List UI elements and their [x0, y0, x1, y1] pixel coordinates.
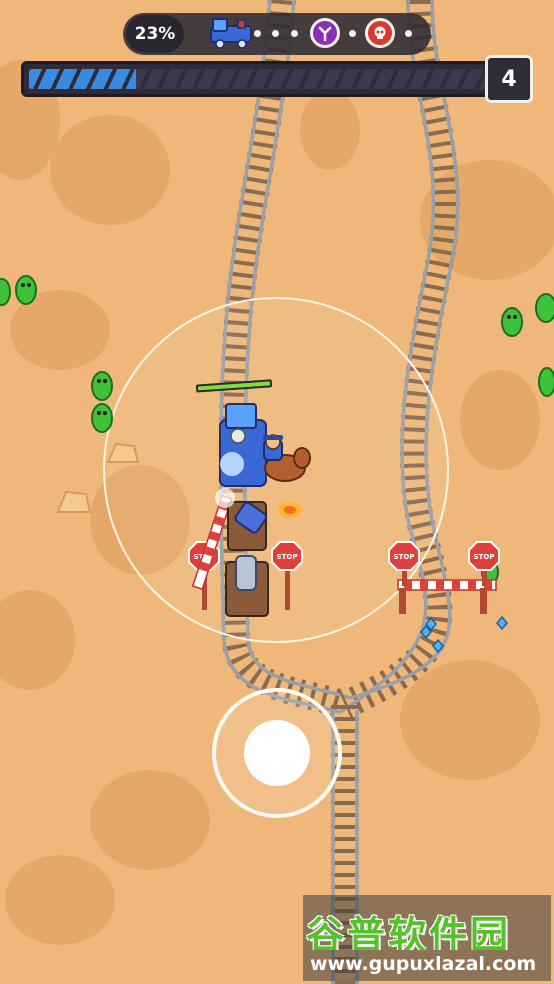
- zombie: [0, 278, 11, 306]
- watermark-title: 谷普软件园: [306, 913, 512, 950]
- crossroads-icon: [310, 18, 340, 48]
- game-field: STOP STOP STOP STOP: [0, 0, 554, 984]
- waypoint-dot: [254, 30, 261, 37]
- zombie: [15, 275, 37, 305]
- svg-text:STOP: STOP: [277, 553, 298, 561]
- waypoint-dot: [272, 30, 279, 37]
- joystick-knob[interactable]: [244, 720, 310, 786]
- train-icon: [208, 16, 258, 50]
- level-number: 4: [485, 55, 533, 103]
- progress-percent: 23%: [126, 15, 184, 53]
- skull-icon: [365, 18, 395, 48]
- waypoint-dot: [349, 30, 356, 37]
- waypoint-dot: [405, 30, 412, 37]
- zombie: [91, 371, 113, 401]
- svg-text:STOP: STOP: [474, 553, 495, 561]
- waypoint-dot: [291, 30, 298, 37]
- zombie: [91, 403, 113, 433]
- zombie: [501, 307, 523, 337]
- wave-progress-bar: [21, 61, 501, 97]
- zombie: [535, 293, 554, 323]
- zombie: [538, 367, 554, 397]
- blue-gems: [420, 615, 508, 654]
- watermark-url: www.gupuxlazal.com: [310, 953, 537, 975]
- svg-text:STOP: STOP: [394, 553, 415, 561]
